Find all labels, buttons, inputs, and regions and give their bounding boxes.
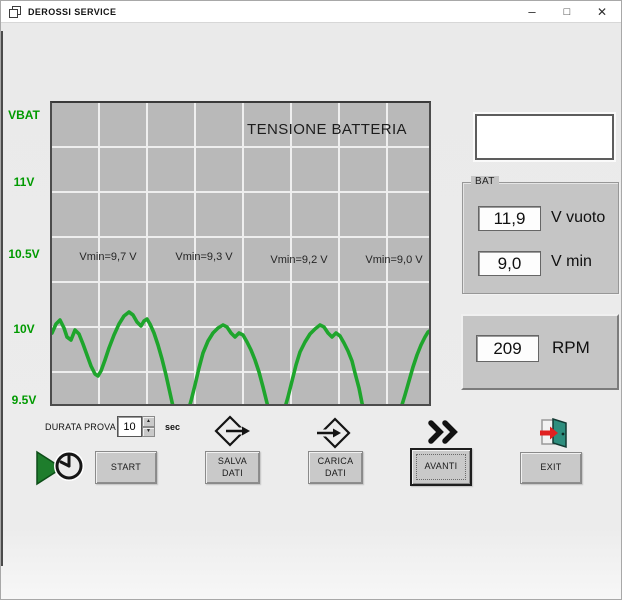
- durata-prova-label: DURATA PROVA: [45, 422, 116, 432]
- vmin-annotation-2: Vmin=9,3 V: [175, 251, 233, 263]
- vmin-annotation-3: Vmin=9,2 V: [270, 254, 328, 266]
- play-clock-icon[interactable]: [34, 445, 86, 489]
- salva-dati-icon[interactable]: [212, 415, 252, 449]
- rpm-label: RPM: [552, 338, 590, 357]
- exit-door-icon[interactable]: [539, 417, 569, 449]
- vmin-annotation-1: Vmin=9,7 V: [79, 251, 137, 263]
- carica-dati-button[interactable]: CARICA DATI: [308, 451, 363, 484]
- v-min-field[interactable]: 9,0: [478, 251, 541, 276]
- v-vuoto-label: V vuoto: [551, 209, 606, 226]
- battery-voltage-chart: TENSIONE BATTERIA Vmin=9,7 V Vmin=9,3 V …: [50, 101, 431, 406]
- y-axis-label-10v: 10V: [13, 322, 35, 336]
- rpm-field[interactable]: 209: [476, 335, 539, 362]
- bat-groupbox-legend: BAT: [471, 176, 499, 187]
- title-bar: DEROSSI SERVICE – □ ✕: [1, 1, 621, 23]
- y-axis-label-10-5v: 10.5V: [8, 247, 40, 261]
- window-title: DEROSSI SERVICE: [28, 6, 117, 17]
- avanti-button[interactable]: AVANTI: [410, 448, 472, 486]
- v-min-label: V min: [551, 253, 592, 270]
- spin-up-icon[interactable]: ▲: [142, 416, 155, 427]
- app-icon: [9, 5, 21, 18]
- durata-prova-stepper: ▲ ▼: [142, 416, 155, 437]
- waveform-path: [52, 310, 429, 404]
- vmin-annotation-4: Vmin=9,0 V: [365, 254, 423, 266]
- y-axis-label-11v: 11V: [13, 175, 35, 189]
- minimize-button[interactable]: –: [515, 1, 549, 22]
- durata-prova-input[interactable]: 10: [117, 416, 142, 437]
- rpm-panel: 209 RPM: [461, 314, 619, 390]
- v-vuoto-field[interactable]: 11,9: [478, 206, 541, 231]
- y-axis-label-9-5v: 9.5V: [11, 393, 37, 407]
- focus-rectangle: [416, 454, 466, 480]
- spin-down-icon[interactable]: ▼: [142, 426, 155, 437]
- y-axis-label-vbat: VBAT: [8, 108, 40, 122]
- salva-dati-button[interactable]: SALVA DATI: [205, 451, 260, 484]
- carica-dati-icon[interactable]: [315, 417, 355, 451]
- forward-icon[interactable]: [425, 420, 461, 444]
- sec-unit-label: sec: [165, 422, 181, 432]
- bat-groupbox: BAT 11,9 V vuoto 9,0 V min: [462, 176, 619, 294]
- close-button[interactable]: ✕: [585, 1, 619, 22]
- start-button[interactable]: START: [95, 451, 157, 484]
- exit-button[interactable]: EXIT: [520, 452, 582, 484]
- maximize-button[interactable]: □: [550, 1, 584, 22]
- app-window: DEROSSI SERVICE – □ ✕ VBAT 11V 10.5V 10V…: [0, 0, 622, 600]
- message-display-box[interactable]: [475, 114, 614, 160]
- chart-title: TENSIONE BATTERIA: [247, 121, 407, 138]
